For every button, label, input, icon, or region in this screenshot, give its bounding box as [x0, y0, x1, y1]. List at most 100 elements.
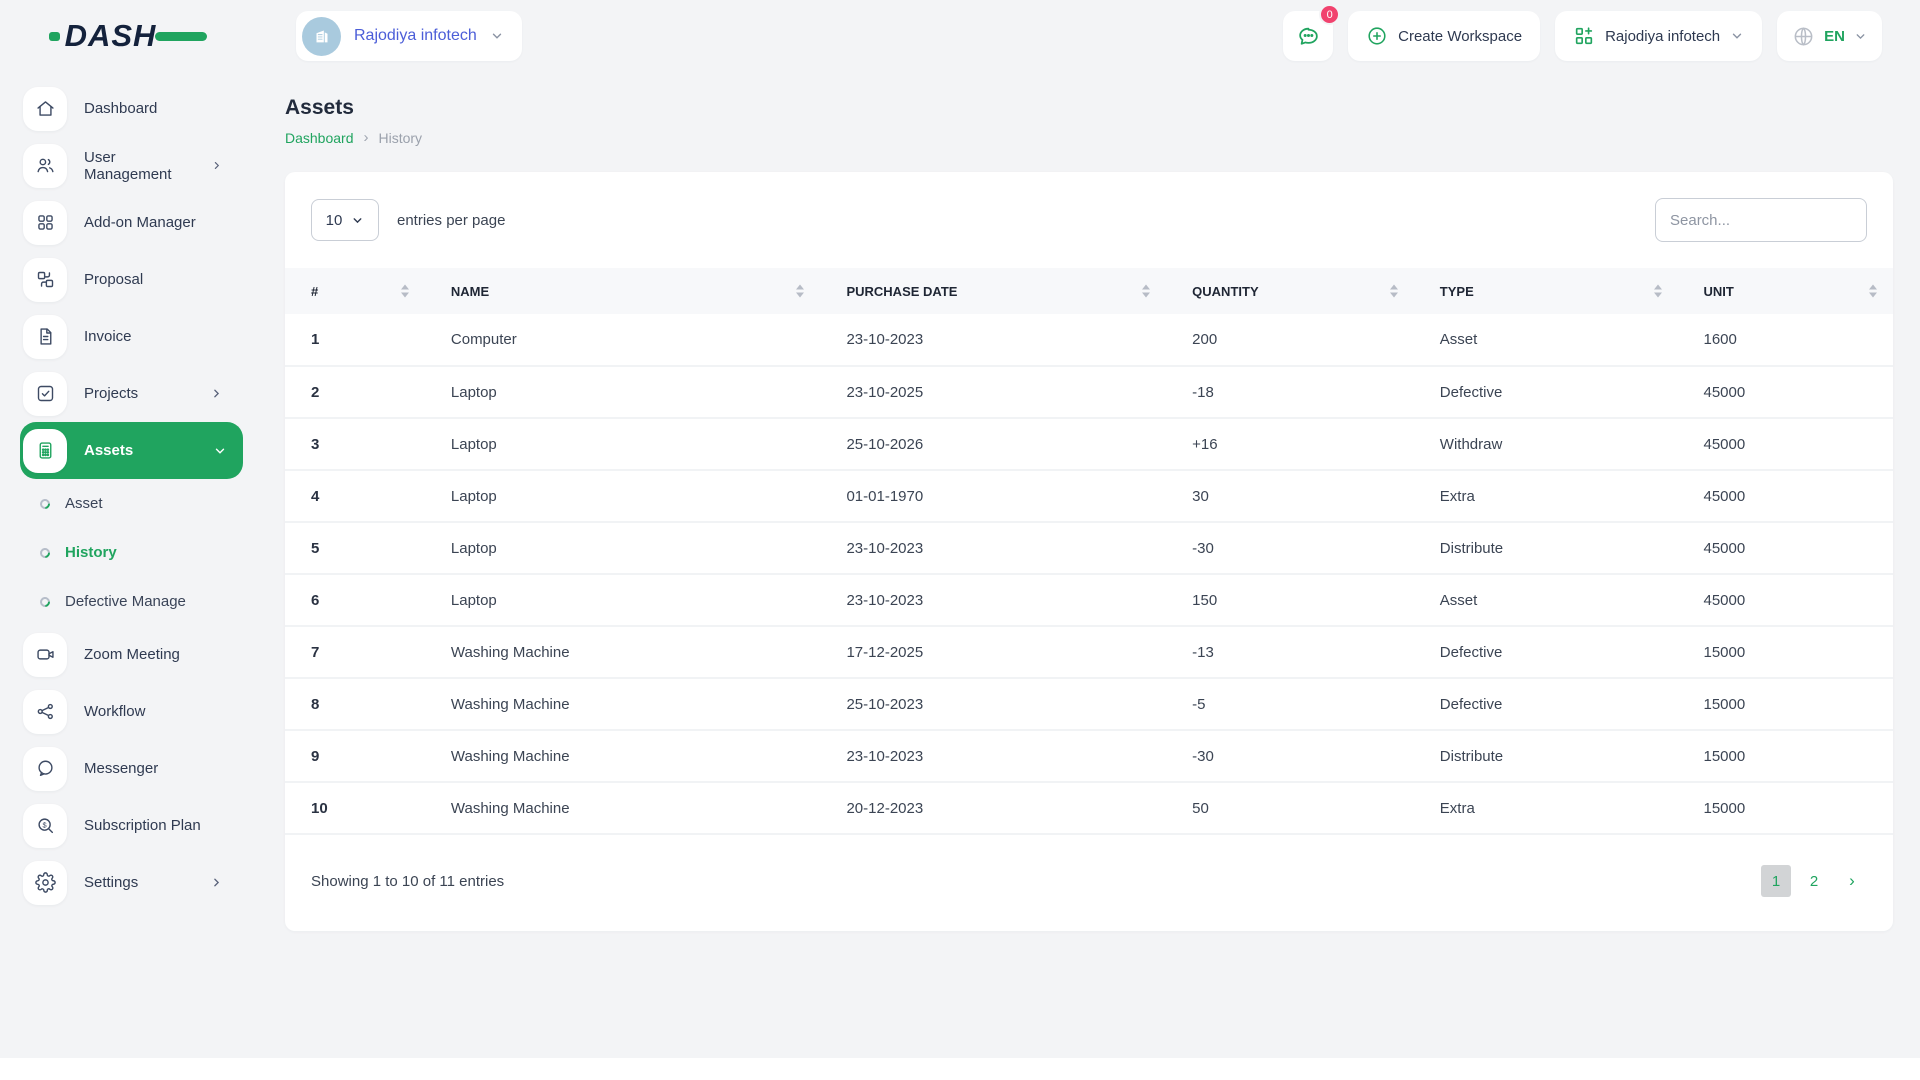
name: Washing Machine [424, 782, 821, 835]
sidebar-item-zoom-meeting[interactable]: Zoom Meeting [20, 626, 243, 683]
chevron-down-icon [215, 448, 225, 454]
grid-plus-icon [1575, 27, 1593, 45]
company-menu-button[interactable]: Rajodiya infotech [1555, 11, 1763, 61]
sidebar-item-subscription-plan[interactable]: $ Subscription Plan [20, 797, 243, 854]
sort-arrows-icon [400, 284, 409, 298]
quantity: -5 [1166, 678, 1414, 731]
app-logo[interactable]: DASH [0, 18, 256, 54]
entries-per-page-select[interactable]: 10 [311, 199, 379, 241]
sort-arrows-icon [796, 284, 805, 298]
column-header-quantity[interactable]: QUANTITY [1166, 268, 1414, 314]
sidebar-subitem-asset[interactable]: Asset [0, 479, 256, 528]
workspace-selector[interactable]: Rajodiya infotech [296, 11, 522, 61]
type: Withdraw [1413, 418, 1678, 471]
logo-accent-bar [155, 31, 208, 41]
table-row: 8 Washing Machine 25-10-2023 -5 Defective 150… [285, 678, 1893, 731]
sidebar-item-projects[interactable]: Projects [20, 365, 243, 422]
sidebar-item-settings[interactable]: Settings [20, 854, 243, 911]
sidebar-subitem-history[interactable]: History [0, 528, 256, 577]
unit: 45000 [1677, 366, 1893, 419]
purchase-date: 23-10-2023 [820, 314, 1167, 367]
entries-per-page-label: entries per page [397, 211, 506, 229]
purchase-date: 01-01-1970 [820, 470, 1167, 523]
unit: 15000 [1677, 730, 1893, 783]
messages-button[interactable]: 0 [1283, 4, 1341, 61]
page-title: Assets [285, 96, 354, 119]
sidebar-subitem-defective-manage[interactable]: Defective Manage [0, 577, 256, 626]
name: Laptop [424, 366, 821, 419]
bottom-strip [0, 1058, 1920, 1080]
sort-arrows-icon [1869, 284, 1877, 298]
building-icon [316, 30, 327, 43]
name: Laptop [424, 574, 821, 627]
row-number: 6 [285, 574, 425, 627]
quantity: +16 [1166, 418, 1414, 471]
column-header-unit[interactable]: UNIT [1678, 268, 1894, 314]
type: Defective [1413, 626, 1678, 679]
sidebar-item-messenger[interactable]: Messenger [20, 740, 243, 797]
quantity: 150 [1166, 574, 1414, 627]
column-header-type[interactable]: TYPE [1414, 268, 1678, 314]
column-header-name[interactable]: NAME [425, 268, 821, 314]
name: Washing Machine [424, 678, 821, 731]
grid-icon [23, 200, 67, 245]
purchase-date: 17-12-2025 [820, 626, 1167, 679]
assets-history-card: 10 entries per page # NAME PURCHASE DATE… [285, 172, 1893, 931]
bullet-icon [37, 545, 53, 560]
language-selector[interactable]: EN [1777, 11, 1882, 61]
search-input[interactable] [1655, 198, 1867, 242]
type: Extra [1413, 782, 1678, 835]
logo-accent-dot [48, 31, 60, 41]
sidebar-item-dashboard[interactable]: Dashboard [20, 80, 243, 137]
svg-text:$: $ [42, 820, 47, 829]
asset-history-table-body: 1 Computer 23-10-2023 200 Asset 1600 2 Laptop 23… [285, 314, 1893, 835]
pagination-page-2[interactable]: 2 [1799, 865, 1829, 897]
purchase-date: 20-12-2023 [820, 782, 1167, 835]
pagination: 1 2 › [1761, 865, 1867, 897]
workspace-label: Rajodiya infotech [354, 27, 477, 44]
unit: 1600 [1677, 314, 1893, 367]
unit: 45000 [1677, 418, 1893, 471]
unit: 15000 [1677, 678, 1893, 731]
create-workspace-label: Create Workspace [1398, 27, 1523, 45]
calculator-icon [23, 428, 67, 473]
table-footer: Showing 1 to 10 of 11 entries 1 2 › [285, 835, 1893, 897]
chevron-right-icon [214, 389, 220, 398]
breadcrumb-dashboard-link[interactable]: Dashboard [285, 130, 354, 146]
column-header-purchase-date[interactable]: PURCHASE DATE [820, 268, 1166, 314]
sidebar-item-assets[interactable]: Assets [20, 422, 243, 479]
main-content: Assets Dashboard › History 10 entries pe… [256, 72, 1920, 1080]
sidebar-item-workflow[interactable]: Workflow [20, 683, 243, 740]
chevron-down-icon [492, 33, 501, 39]
quantity: -18 [1166, 366, 1414, 419]
home-icon [23, 86, 67, 131]
users-icon [23, 143, 67, 188]
unit: 45000 [1677, 574, 1893, 627]
type: Asset [1413, 314, 1678, 367]
pagination-next-button[interactable]: › [1837, 865, 1867, 897]
topbar: DASH Rajodiya infotech 0 Create Workspac [0, 0, 1920, 72]
sidebar-item-add-on-manager[interactable]: Add-on Manager [20, 194, 243, 251]
pagination-page-1[interactable]: 1 [1761, 865, 1791, 897]
sidebar: Dashboard User Management Add-on Manager… [0, 72, 256, 1080]
table-row: 7 Washing Machine 17-12-2025 -13 Defective 15… [285, 626, 1893, 679]
row-number: 8 [285, 678, 425, 731]
create-workspace-button[interactable]: Create Workspace [1348, 11, 1541, 61]
table-row: 2 Laptop 23-10-2025 -18 Defective 45000 [285, 366, 1893, 419]
chat-bubble-icon [1298, 27, 1318, 45]
column-header-number[interactable]: # [285, 268, 425, 314]
quantity: -13 [1166, 626, 1414, 679]
quantity: 200 [1166, 314, 1414, 367]
sidebar-item-invoice[interactable]: Invoice [20, 308, 243, 365]
name: Laptop [424, 470, 821, 523]
row-number: 10 [285, 782, 425, 835]
globe-icon [1794, 26, 1813, 46]
asset-history-table: # NAME PURCHASE DATE QUANTITY TYPE UNIT … [285, 268, 1893, 835]
purchase-date: 23-10-2023 [820, 730, 1167, 783]
table-row: 10 Washing Machine 20-12-2023 50 Extra 15000 [285, 782, 1893, 835]
sidebar-item-proposal[interactable]: Proposal [20, 251, 243, 308]
logo-text: DASH [64, 18, 157, 53]
table-header-row: # NAME PURCHASE DATE QUANTITY TYPE UNIT [285, 268, 1893, 314]
sidebar-item-user-management[interactable]: User Management [20, 137, 243, 194]
chevron-right-icon [214, 878, 220, 887]
